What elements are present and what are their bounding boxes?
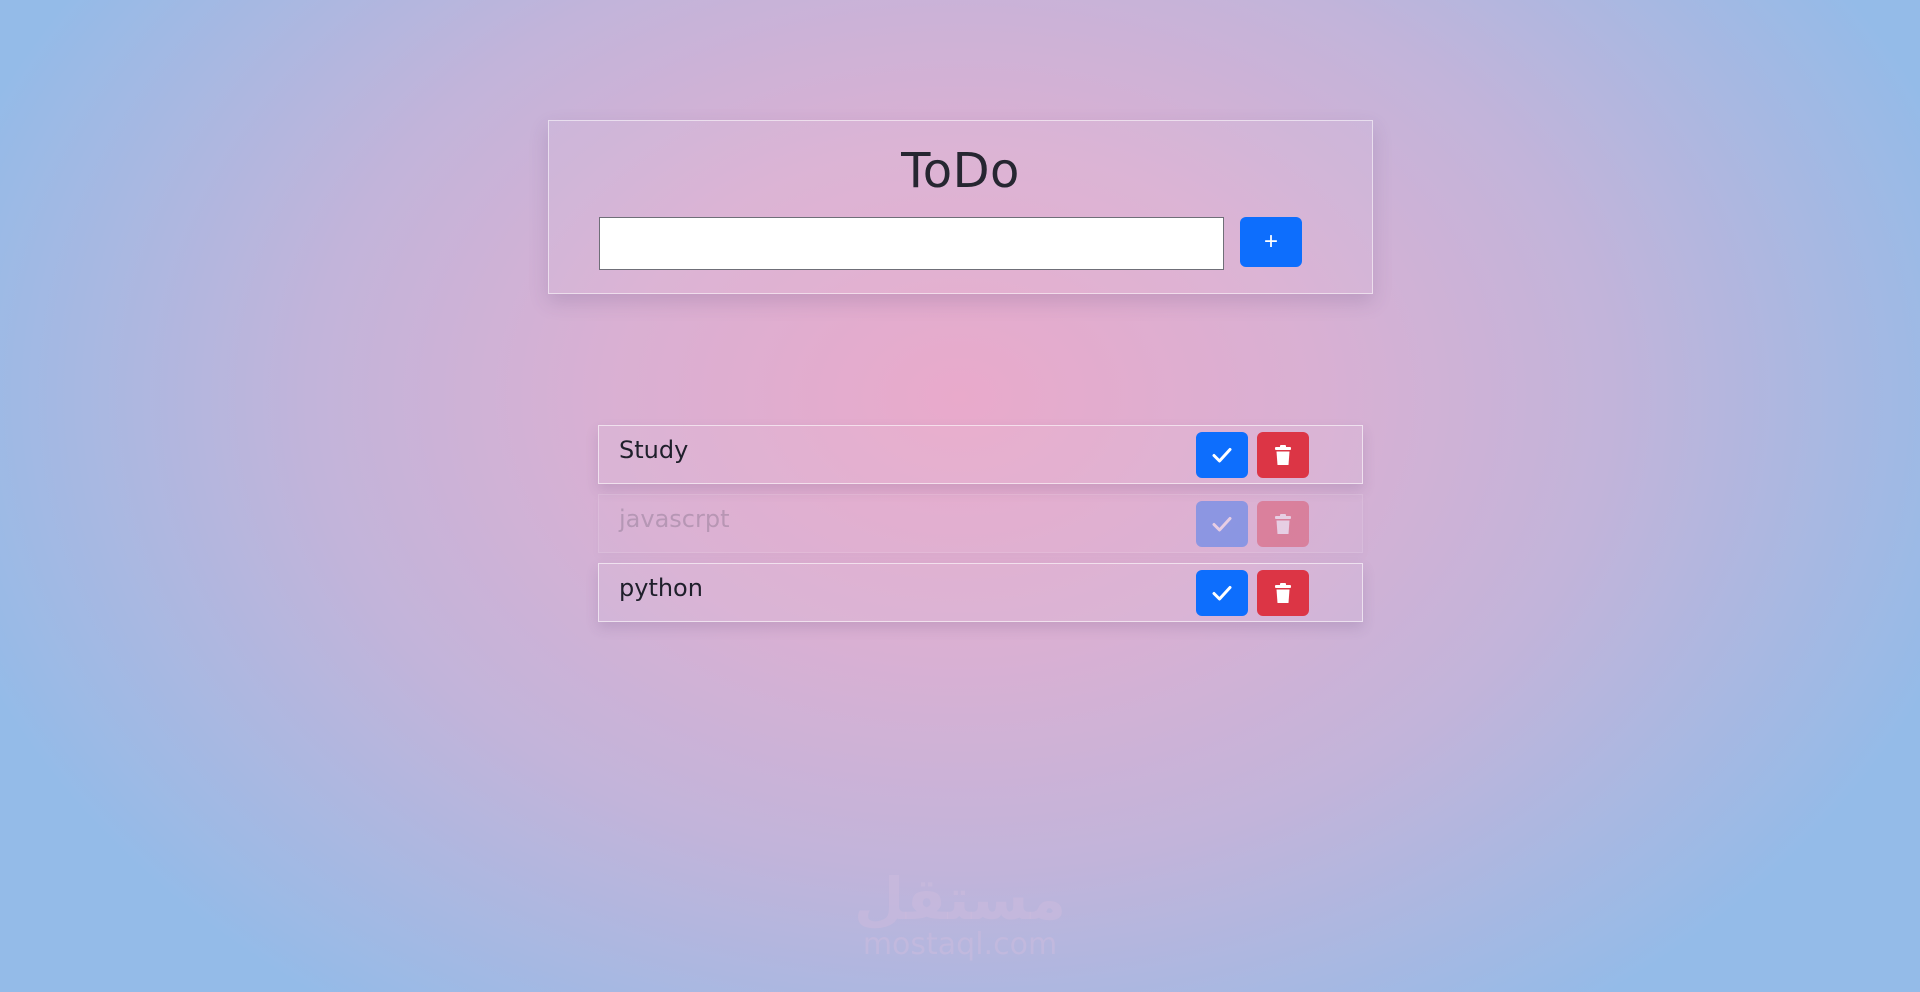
todo-list: Study javascrpt python <box>598 425 1363 632</box>
delete-button[interactable] <box>1257 432 1309 478</box>
trash-icon <box>1275 513 1291 534</box>
delete-button[interactable] <box>1257 570 1309 616</box>
todo-text: python <box>619 574 703 602</box>
todo-item: Study <box>598 425 1363 484</box>
add-todo-button[interactable]: + <box>1240 217 1302 267</box>
todo-item: python <box>598 563 1363 622</box>
trash-icon <box>1275 582 1291 603</box>
check-icon <box>1212 517 1232 532</box>
check-icon <box>1212 448 1232 463</box>
todo-item-completed: javascrpt <box>598 494 1363 553</box>
todo-text: javascrpt <box>619 505 730 533</box>
watermark-latin: mostaql.com <box>862 927 1058 962</box>
todo-text: Study <box>619 436 689 464</box>
new-todo-input[interactable] <box>599 217 1224 270</box>
complete-button[interactable] <box>1196 501 1248 547</box>
trash-icon <box>1275 444 1291 465</box>
check-icon <box>1212 586 1232 601</box>
complete-button[interactable] <box>1196 570 1248 616</box>
watermark: مستقل mostaql.com <box>0 868 1920 960</box>
todo-header-card: ToDo + <box>548 120 1373 294</box>
app-title: ToDo <box>901 143 1020 199</box>
plus-icon: + <box>1263 228 1278 255</box>
delete-button[interactable] <box>1257 501 1309 547</box>
watermark-arabic: مستقل <box>853 865 1067 933</box>
complete-button[interactable] <box>1196 432 1248 478</box>
